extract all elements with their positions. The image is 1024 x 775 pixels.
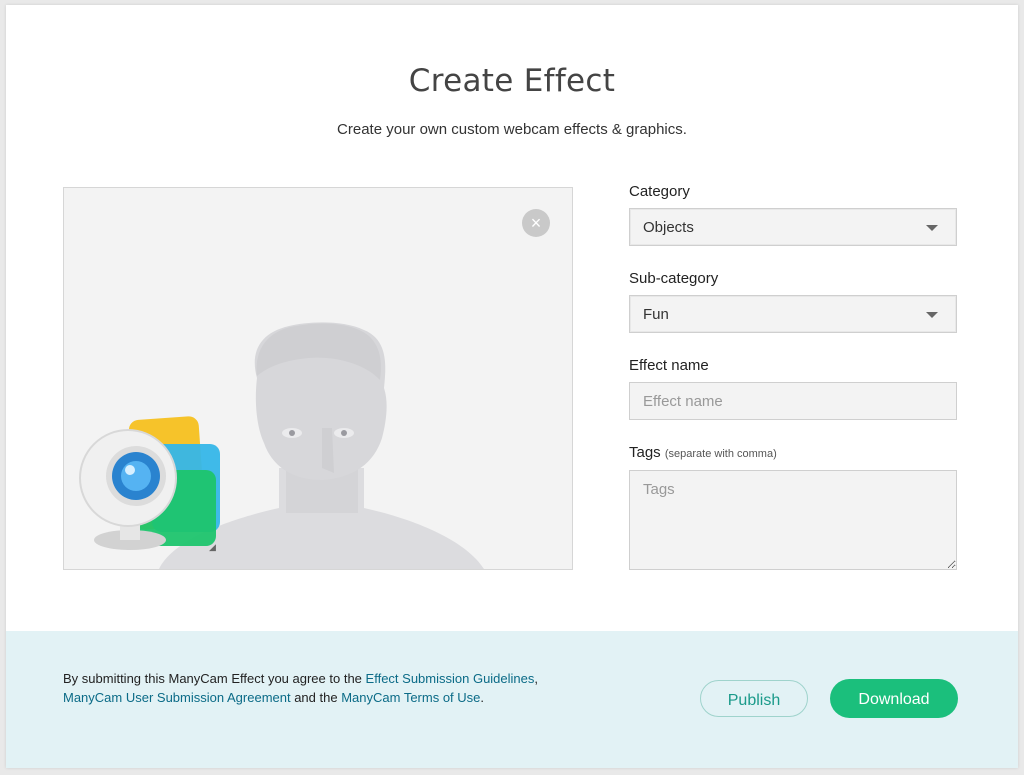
manycam-logo-icon [79, 416, 220, 550]
category-value: Objects [643, 219, 694, 236]
close-icon: × [530, 213, 542, 233]
download-button[interactable]: Download [830, 679, 958, 718]
effect-name-label: Effect name [629, 357, 709, 374]
agreement-text-part: , [534, 671, 539, 686]
footer: By submitting this ManyCam Effect you ag… [6, 631, 1018, 768]
chevron-down-icon [926, 225, 938, 231]
chevron-down-icon [926, 312, 938, 318]
subcategory-label: Sub-category [629, 270, 719, 287]
category-select[interactable]: Objects [629, 208, 957, 246]
page-subtitle: Create your own custom webcam effects & … [337, 121, 687, 138]
tags-label-text: Tags [629, 444, 661, 461]
create-effect-modal: Create Effect Create your own custom web… [6, 5, 1018, 768]
tags-hint: (separate with comma) [664, 448, 777, 460]
agreement-text-part: By submitting this ManyCam Effect you ag… [63, 671, 366, 686]
effect-preview[interactable]: ◢ × [63, 187, 573, 570]
effect-name-input[interactable] [629, 382, 957, 420]
subcategory-value: Fun [643, 306, 669, 323]
publish-button[interactable]: Publish [700, 680, 808, 717]
submission-agreement-text: By submitting this ManyCam Effect you ag… [63, 669, 583, 707]
close-preview-button[interactable]: × [522, 209, 550, 237]
tags-textarea[interactable] [629, 470, 957, 570]
user-agreement-link[interactable]: ManyCam User Submission Agreement [63, 690, 291, 705]
page-title: Create Effect [408, 63, 616, 99]
agreement-text-part: . [480, 690, 485, 705]
agreement-text-part: and the [290, 690, 342, 705]
terms-link[interactable]: ManyCam Terms of Use [341, 690, 480, 705]
subcategory-select[interactable]: Fun [629, 295, 957, 333]
category-label: Category [629, 183, 690, 200]
guidelines-link[interactable]: Effect Submission Guidelines [366, 671, 535, 686]
resize-handle-icon[interactable]: ◢ [209, 542, 216, 553]
tags-label: Tags (separate with comma) [629, 444, 777, 461]
